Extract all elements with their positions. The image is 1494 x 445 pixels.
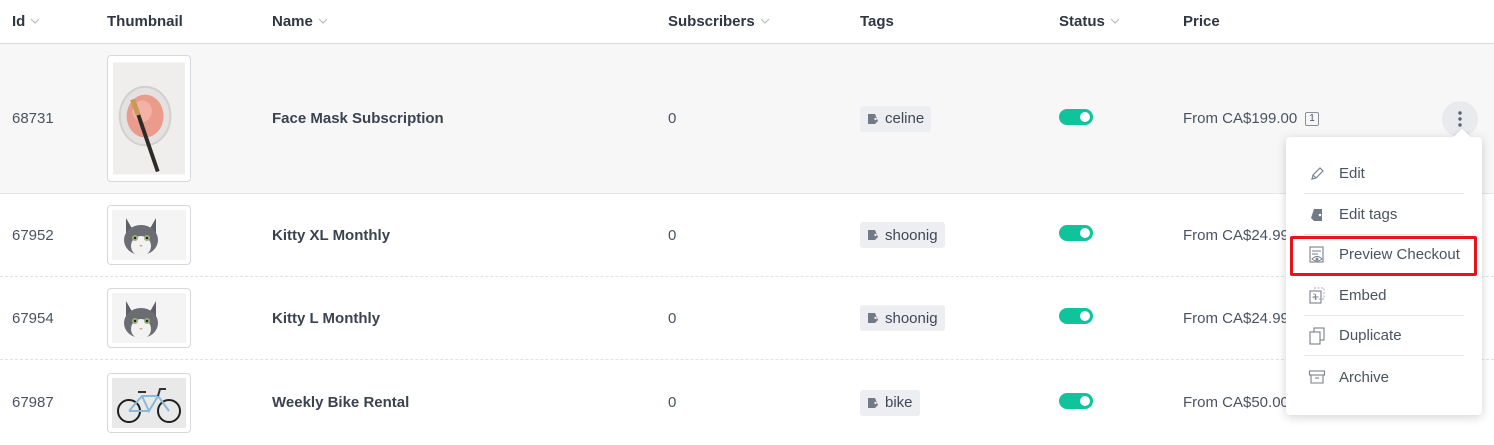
product-name[interactable]: Kitty L Monthly: [272, 277, 380, 359]
face-mask-photo: [113, 62, 185, 175]
chevron-down-icon: [760, 0, 770, 42]
product-thumbnail[interactable]: [107, 55, 191, 182]
kitten-photo: [112, 293, 186, 343]
menu-item-edit[interactable]: Edit: [1304, 154, 1464, 194]
embed-icon: [1306, 285, 1328, 307]
row-id: 67954: [12, 309, 54, 327]
chevron-down-icon: [30, 0, 40, 42]
table-row[interactable]: 67952 Kitty XL Monthly 0 shoonig From CA…: [0, 194, 1494, 277]
table-header: Id Thumbnail Name Subscribers Tags Statu…: [0, 0, 1494, 44]
status-toggle[interactable]: [1059, 108, 1093, 125]
menu-item-embed[interactable]: Embed: [1304, 276, 1464, 316]
column-header-price: Price: [1183, 13, 1220, 30]
price-text: From CA$50.00: [1183, 394, 1289, 411]
chevron-down-icon: [1110, 0, 1120, 42]
price-text: From CA$24.99: [1183, 226, 1289, 244]
tag-icon: [1306, 204, 1328, 226]
product-thumbnail[interactable]: [107, 288, 191, 348]
menu-item-edit-tags[interactable]: Edit tags: [1304, 195, 1464, 235]
menu-item-archive[interactable]: Archive: [1304, 357, 1464, 397]
status-toggle[interactable]: [1059, 225, 1093, 241]
table-row[interactable]: 67987 Weekly Bike Rental 0 bike From CA$…: [0, 360, 1494, 445]
kitten-photo: [112, 210, 186, 260]
actions-menu: Edit Edit tags Preview Checkout Embed Du…: [1286, 137, 1482, 415]
subscribers-count: 0: [668, 226, 677, 244]
product-thumbnail[interactable]: [107, 372, 191, 433]
duplicate-icon: [1306, 325, 1328, 347]
price-text: From CA$24.99: [1183, 309, 1289, 327]
product-name[interactable]: Kitty XL Monthly: [272, 194, 390, 276]
archive-icon: [1306, 366, 1328, 388]
product-thumbnail[interactable]: [107, 205, 191, 265]
tag-chip[interactable]: bike: [860, 389, 920, 416]
tag-chip[interactable]: shoonig: [860, 305, 945, 331]
column-header-status[interactable]: Status: [1059, 0, 1120, 44]
menu-item-duplicate[interactable]: Duplicate: [1304, 316, 1464, 356]
tag-chip[interactable]: celine: [860, 105, 932, 132]
price-text: From CA$199.00: [1183, 110, 1298, 127]
vertical-dots-icon: [1458, 111, 1462, 127]
column-header-id[interactable]: Id: [12, 0, 40, 44]
product-name[interactable]: Face Mask Subscription: [272, 44, 444, 193]
tag-icon: [868, 397, 878, 408]
status-toggle[interactable]: [1059, 392, 1093, 409]
table-row[interactable]: 67954 Kitty L Monthly 0 shoonig From CA$…: [0, 277, 1494, 360]
row-id: 67987: [12, 394, 54, 411]
product-name[interactable]: Weekly Bike Rental: [272, 360, 409, 445]
tag-chip[interactable]: shoonig: [860, 222, 945, 248]
tag-icon: [868, 313, 878, 323]
status-toggle[interactable]: [1059, 308, 1093, 324]
subscribers-count: 0: [668, 110, 677, 127]
row-id: 67952: [12, 226, 54, 244]
column-header-tags: Tags: [860, 13, 894, 30]
price-count-badge: 1: [1305, 111, 1319, 126]
subscribers-count: 0: [668, 394, 677, 411]
tag-icon: [868, 113, 878, 124]
table-row[interactable]: 68731 Face Mask Subscription 0 celine Fr…: [0, 44, 1494, 194]
subscribers-count: 0: [668, 309, 677, 327]
row-id: 68731: [12, 110, 54, 127]
column-header-subscribers[interactable]: Subscribers: [668, 0, 770, 44]
column-header-thumbnail: Thumbnail: [107, 13, 183, 30]
tag-icon: [868, 230, 878, 240]
bicycle-photo: [112, 377, 186, 428]
column-header-name[interactable]: Name: [272, 0, 328, 44]
pencil-icon: [1306, 163, 1328, 185]
highlight-box: [1290, 236, 1477, 276]
chevron-down-icon: [318, 0, 328, 42]
